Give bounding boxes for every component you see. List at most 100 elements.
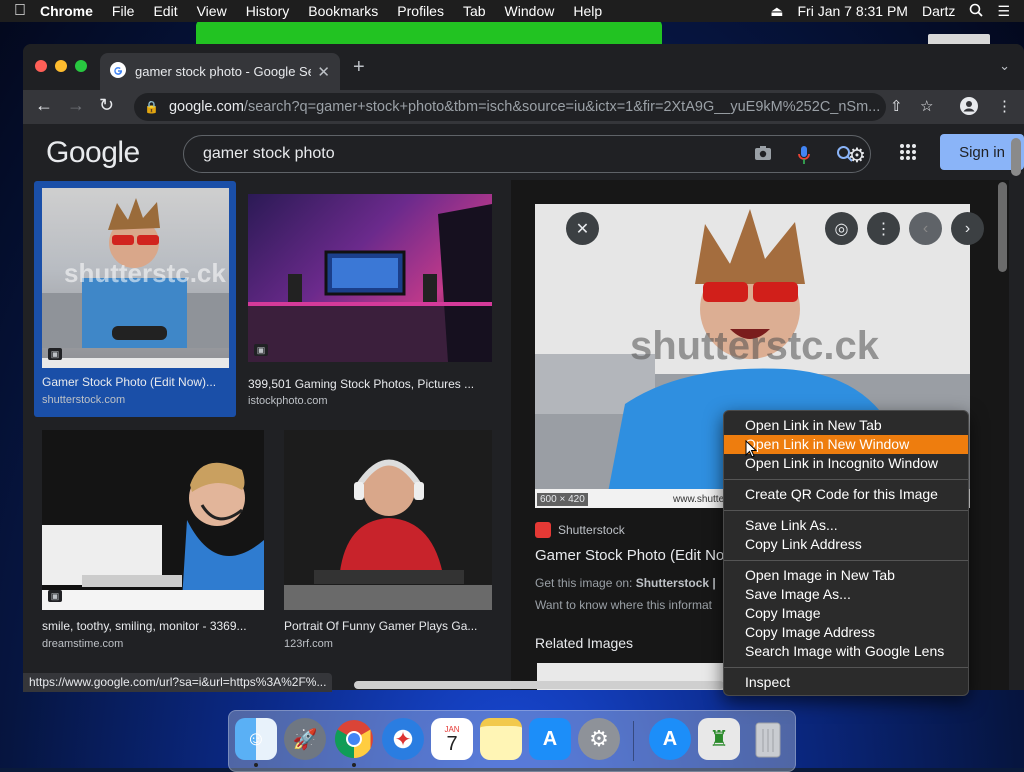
google-apps-grid-icon[interactable] bbox=[899, 143, 917, 166]
tab-search-chevron-icon[interactable]: ⌄ bbox=[999, 58, 1010, 74]
safari-icon[interactable]: ✦ bbox=[382, 718, 424, 760]
share-icon[interactable]: ⇧ bbox=[890, 97, 903, 115]
chrome-icon[interactable] bbox=[333, 718, 375, 760]
macos-dock: ☺ 🚀 ✦ JAN 7 A ⚙ A ♜ bbox=[228, 710, 796, 772]
google-logo[interactable]: Google bbox=[46, 136, 140, 170]
close-tab-icon[interactable]: ✕ bbox=[317, 63, 330, 81]
result-1-caption[interactable]: Gamer Stock Photo (Edit Now)... bbox=[42, 375, 229, 389]
spotlight-search-icon[interactable] bbox=[969, 3, 984, 20]
result-2-caption[interactable]: 399,501 Gaming Stock Photos, Pictures ..… bbox=[248, 377, 492, 391]
ctx-save-image-as[interactable]: Save Image As... bbox=[724, 585, 968, 604]
ctx-create-qr-code[interactable]: Create QR Code for this Image bbox=[724, 485, 968, 504]
tab-google-images[interactable]: gamer stock photo - Google Se ✕ bbox=[100, 53, 340, 90]
ctx-open-link-new-tab[interactable]: Open Link in New Tab bbox=[724, 416, 968, 435]
menu-divider bbox=[724, 667, 968, 668]
google-lens-icon[interactable]: ◎ bbox=[825, 212, 858, 245]
ctx-open-image-new-tab[interactable]: Open Image in New Tab bbox=[724, 566, 968, 585]
result-2-site[interactable]: istockphoto.com bbox=[248, 395, 327, 407]
finder-icon[interactable]: ☺ bbox=[235, 718, 277, 760]
chrome-menu-icon[interactable]: ⋮ bbox=[997, 97, 1012, 115]
close-window-button[interactable] bbox=[35, 60, 47, 72]
next-arrow-icon[interactable]: › bbox=[951, 212, 984, 245]
url-path: /search?q=gamer+stock+photo&tbm=isch&sou… bbox=[243, 99, 881, 115]
menu-bookmarks[interactable]: Bookmarks bbox=[308, 3, 378, 19]
menu-window[interactable]: Window bbox=[505, 3, 555, 19]
app-store-download-icon[interactable]: A bbox=[649, 718, 691, 760]
result-3-thumbnail[interactable]: ▣ bbox=[42, 430, 264, 610]
new-tab-button[interactable]: + bbox=[353, 56, 365, 79]
camera-icon[interactable] bbox=[754, 145, 772, 166]
result-4-thumbnail[interactable] bbox=[284, 430, 492, 610]
back-arrow-icon[interactable]: ← bbox=[35, 95, 53, 116]
ctx-copy-image-address[interactable]: Copy Image Address bbox=[724, 623, 968, 642]
microphone-icon[interactable] bbox=[797, 145, 811, 170]
reload-icon[interactable]: ↻ bbox=[99, 95, 114, 116]
result-3-site[interactable]: dreamstime.com bbox=[42, 638, 123, 650]
ctx-search-google-lens[interactable]: Search Image with Google Lens bbox=[724, 642, 968, 661]
image-result-1[interactable]: shutterstc.ck ▣ Gamer Stock Photo (Edit … bbox=[42, 188, 229, 413]
preview-title[interactable]: Gamer Stock Photo (Edit No bbox=[535, 547, 724, 564]
user-name[interactable]: Dartz bbox=[922, 3, 955, 19]
menu-history[interactable]: History bbox=[246, 3, 290, 19]
result-4-caption[interactable]: Portrait Of Funny Gamer Plays Ga... bbox=[284, 619, 492, 633]
close-preview-icon[interactable]: ✕ bbox=[566, 212, 599, 245]
profile-avatar-icon[interactable] bbox=[960, 97, 978, 119]
previous-arrow-icon[interactable]: ‹ bbox=[909, 212, 942, 245]
lock-icon[interactable]: 🔒 bbox=[144, 100, 159, 114]
eject-icon[interactable]: ⏏ bbox=[770, 3, 783, 20]
ctx-open-link-incognito[interactable]: Open Link in Incognito Window bbox=[724, 454, 968, 473]
ctx-inspect[interactable]: Inspect bbox=[724, 673, 968, 692]
result-4-site[interactable]: 123rf.com bbox=[284, 638, 333, 650]
result-1-thumbnail[interactable]: shutterstc.ck ▣ bbox=[42, 188, 229, 368]
launchpad-icon[interactable]: 🚀 bbox=[284, 718, 326, 760]
result-1-site[interactable]: shutterstock.com bbox=[42, 394, 125, 406]
menu-divider bbox=[724, 479, 968, 480]
bookmark-star-icon[interactable]: ☆ bbox=[920, 97, 933, 115]
menu-tab[interactable]: Tab bbox=[463, 3, 486, 19]
ctx-save-link-as[interactable]: Save Link As... bbox=[724, 516, 968, 535]
game-app-icon[interactable]: ♜ bbox=[698, 718, 740, 760]
source-name[interactable]: Shutterstock bbox=[558, 523, 625, 537]
menu-profiles[interactable]: Profiles bbox=[397, 3, 444, 19]
image-result-2[interactable]: ▣ 399,501 Gaming Stock Photos, Pictures … bbox=[248, 194, 492, 419]
zoom-window-button[interactable] bbox=[75, 60, 87, 72]
ctx-open-link-new-window[interactable]: Open Link in New Window bbox=[724, 435, 968, 454]
menu-edit[interactable]: Edit bbox=[153, 3, 177, 19]
related-images-heading: Related Images bbox=[535, 635, 634, 651]
forward-arrow-icon[interactable]: → bbox=[67, 95, 85, 116]
horizontal-scrollbar[interactable] bbox=[354, 681, 724, 689]
control-center-icon[interactable]: ☰ bbox=[997, 3, 1010, 20]
panel-scrollbar[interactable] bbox=[998, 182, 1007, 272]
address-bar[interactable]: 🔒 google.com /search?q=gamer+stock+photo… bbox=[134, 93, 886, 121]
menu-view[interactable]: View bbox=[197, 3, 227, 19]
window-scrollbar[interactable] bbox=[1011, 138, 1021, 176]
menu-app-chrome[interactable]: Chrome bbox=[40, 3, 93, 19]
image-dimensions: 600 × 420 bbox=[537, 493, 588, 506]
url-host: google.com bbox=[168, 99, 244, 115]
image-result-3[interactable]: ▣ smile, toothy, smiling, monitor - 3369… bbox=[42, 430, 264, 650]
result-2-thumbnail[interactable]: ▣ bbox=[248, 194, 492, 362]
trash-icon[interactable] bbox=[747, 718, 789, 760]
menu-help[interactable]: Help bbox=[573, 3, 602, 19]
preview-site-label: www.shutte bbox=[673, 494, 725, 505]
running-indicator bbox=[352, 763, 356, 767]
clock[interactable]: Fri Jan 7 8:31 PM bbox=[797, 3, 908, 19]
apple-menu-icon[interactable]:  bbox=[0, 2, 40, 20]
result-3-caption[interactable]: smile, toothy, smiling, monitor - 3369..… bbox=[42, 619, 264, 633]
notes-icon[interactable] bbox=[480, 718, 522, 760]
get-image-text: Get this image on: Shutterstock | bbox=[535, 576, 716, 590]
ctx-copy-image[interactable]: Copy Image bbox=[724, 604, 968, 623]
app-store-icon[interactable]: A bbox=[529, 718, 571, 760]
tab-title: gamer stock photo - Google Se bbox=[135, 64, 312, 79]
image-result-4[interactable]: Portrait Of Funny Gamer Plays Ga... 123r… bbox=[284, 430, 492, 650]
search-input[interactable]: gamer stock photo ⚙ bbox=[183, 135, 871, 173]
minimize-window-button[interactable] bbox=[55, 60, 67, 72]
want-to-know-text[interactable]: Want to know where this informat bbox=[535, 598, 712, 612]
more-options-icon[interactable]: ⋮ bbox=[867, 212, 900, 245]
ctx-copy-link-address[interactable]: Copy Link Address bbox=[724, 535, 968, 554]
shutterstock-logo-icon bbox=[535, 522, 551, 538]
menu-file[interactable]: File bbox=[112, 3, 135, 19]
calendar-icon[interactable]: JAN 7 bbox=[431, 718, 473, 760]
system-preferences-icon[interactable]: ⚙ bbox=[578, 718, 620, 760]
settings-gear-icon[interactable]: ⚙ bbox=[848, 143, 866, 168]
